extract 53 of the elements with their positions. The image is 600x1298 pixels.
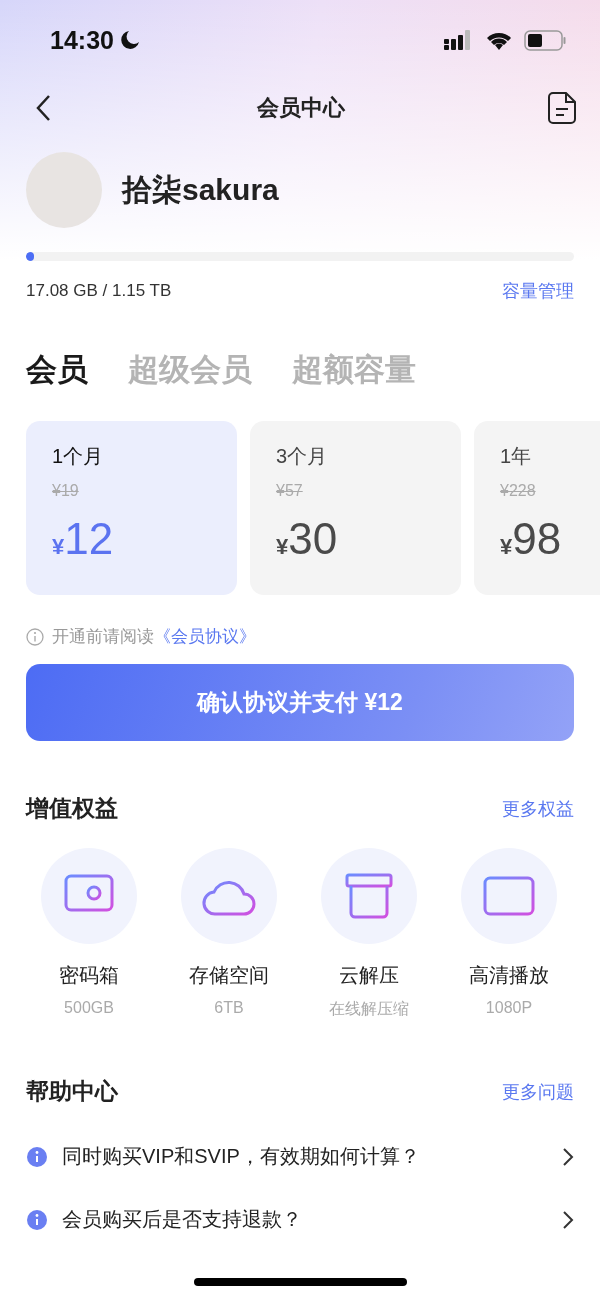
agreement-notice: 开通前请阅读 (52, 626, 154, 648)
storage-usage: 17.08 GB / 1.15 TB (26, 281, 172, 301)
plan-price: 12 (64, 514, 114, 564)
info-icon (26, 1145, 48, 1168)
benefit-name: 存储空间 (189, 963, 269, 988)
pay-button[interactable]: 确认协议并支付 ¥12 (26, 664, 574, 741)
original-price: ¥57 (276, 482, 304, 500)
user-name: 拾柒sakura (122, 171, 279, 208)
benefit-name: 高清播放 (469, 963, 549, 988)
status-time: 14:30 (50, 25, 114, 55)
currency-symbol: ¥ (52, 534, 65, 560)
info-icon (26, 1208, 48, 1231)
membership-tab[interactable]: 超级会员 (128, 349, 252, 391)
more-questions-link[interactable]: 更多问题 (502, 1079, 574, 1104)
agreement-link[interactable]: 《会员协议》 (154, 625, 256, 648)
benefit-name: 密码箱 (59, 963, 119, 988)
membership-tab[interactable]: 会员 (26, 349, 88, 391)
more-benefits-link[interactable]: 更多权益 (502, 796, 574, 821)
moon-icon (119, 30, 140, 50)
plan-card[interactable]: 3个月 ¥57 ¥30 (250, 421, 461, 595)
info-icon (26, 627, 44, 646)
card-icon (483, 876, 535, 916)
benefit-detail: 1080P (485, 999, 533, 1017)
help-question-item[interactable]: 会员购买后是否支持退款？ (0, 1188, 600, 1251)
benefit-name: 云解压 (339, 963, 399, 988)
plan-period: 1年 (500, 444, 533, 469)
benefit-detail: 500GB (64, 999, 114, 1017)
plan-card[interactable]: 1个月 ¥19 ¥12 (26, 421, 237, 595)
plan-card[interactable]: 1年 ¥228 ¥98 (474, 421, 600, 595)
wifi-icon (486, 30, 512, 50)
chevron-right-icon (562, 1209, 574, 1230)
benefit-detail: 在线解压缩 (329, 999, 409, 1019)
plan-price: 30 (288, 514, 338, 564)
battery-icon (524, 29, 566, 51)
benefit-detail: 6TB (214, 999, 244, 1017)
membership-tab[interactable]: 超额容量 (292, 349, 416, 391)
page-title: 会员中心 (257, 94, 345, 122)
plan-price: 98 (512, 514, 562, 564)
section-title: 增值权益 (26, 794, 118, 823)
plan-period: 3个月 (276, 444, 329, 469)
original-price: ¥228 (500, 482, 537, 500)
storage-manage-link[interactable]: 容量管理 (502, 279, 574, 303)
archive-box-icon (345, 873, 393, 919)
question-text: 同时购买VIP和SVIP，有效期如何计算？ (62, 1144, 421, 1169)
question-text: 会员购买后是否支持退款？ (62, 1207, 303, 1232)
section-title: 帮助中心 (26, 1077, 118, 1106)
original-price: ¥19 (52, 482, 80, 500)
document-icon[interactable] (548, 92, 576, 124)
currency-symbol: ¥ (276, 534, 289, 560)
help-question-item[interactable]: 同时购买VIP和SVIP，有效期如何计算？ (0, 1125, 600, 1188)
plan-period: 1个月 (52, 444, 105, 469)
currency-symbol: ¥ (500, 534, 513, 560)
chevron-right-icon (562, 1146, 574, 1167)
